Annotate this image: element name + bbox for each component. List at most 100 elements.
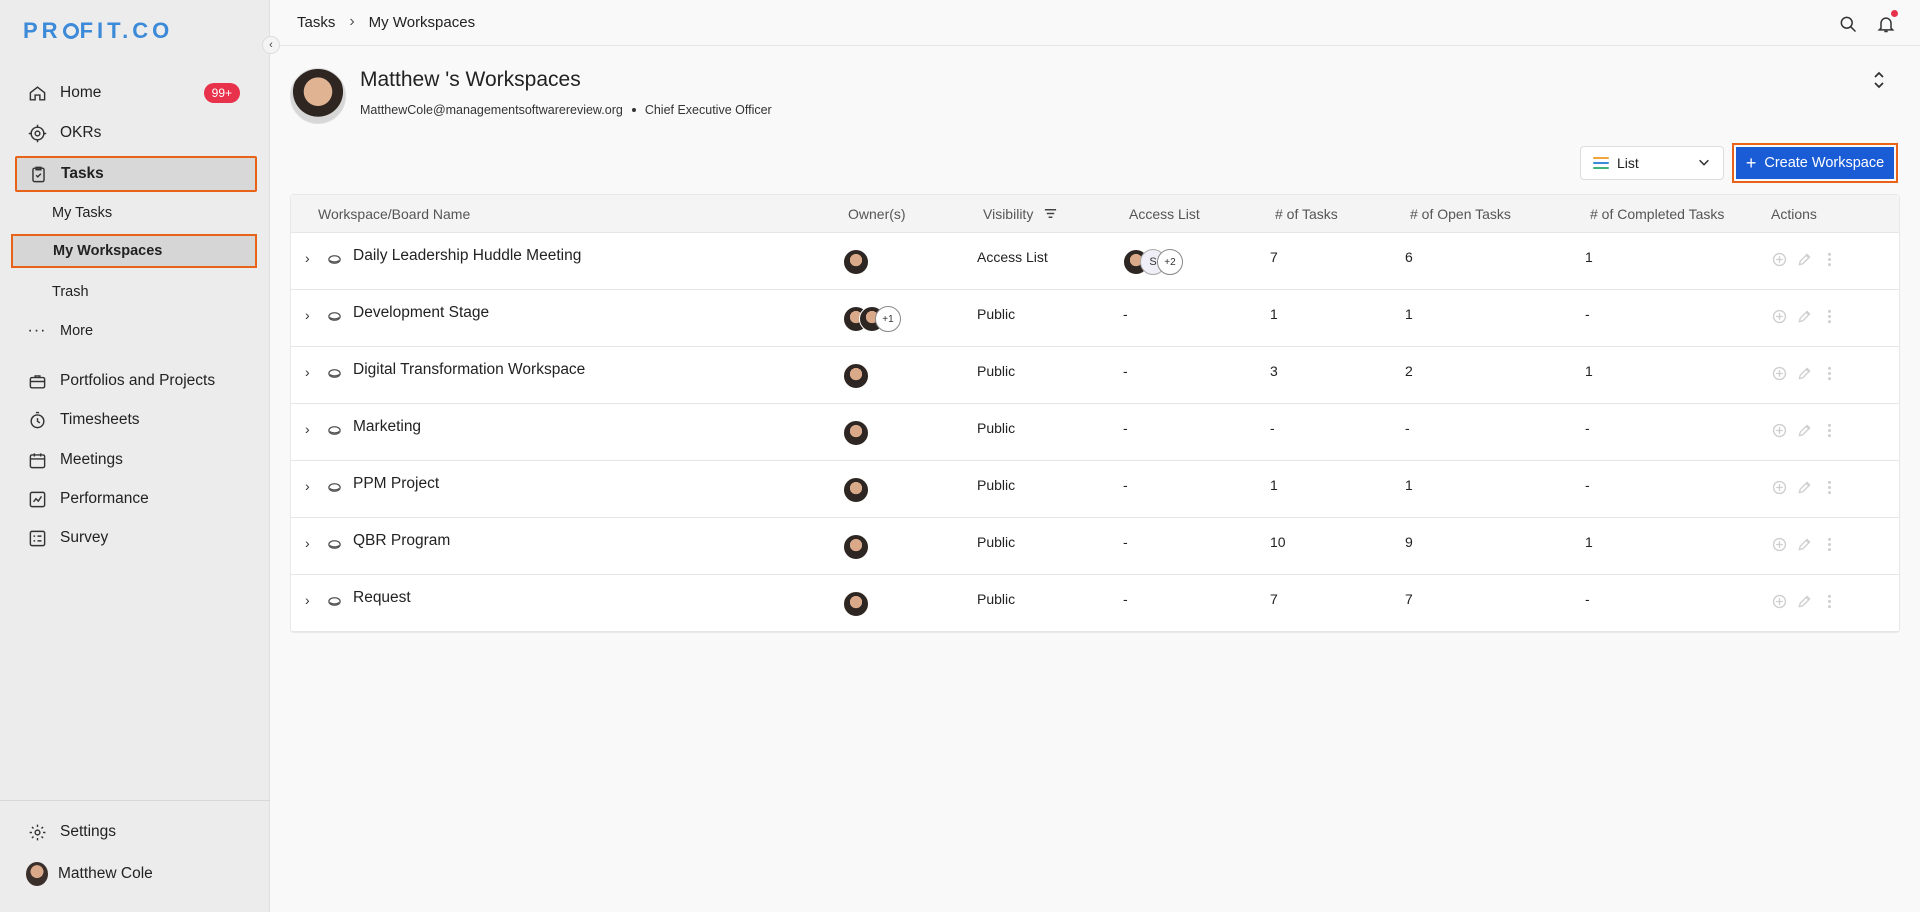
kebab-menu-icon[interactable] bbox=[1821, 251, 1838, 271]
kebab-menu-icon[interactable] bbox=[1821, 593, 1838, 613]
edit-icon[interactable] bbox=[1796, 479, 1813, 499]
bell-icon[interactable] bbox=[1876, 10, 1898, 39]
completed-tasks-count: - bbox=[1585, 306, 1590, 322]
column-header-completed-tasks: # of Completed Tasks bbox=[1590, 206, 1725, 222]
edit-icon[interactable] bbox=[1796, 536, 1813, 556]
workspace-name[interactable]: QBR Program bbox=[353, 532, 450, 550]
more-owners-chip[interactable]: +1 bbox=[875, 306, 901, 332]
sidebar-item-label: More bbox=[60, 323, 94, 339]
sidebar-user-profile[interactable]: Matthew Cole bbox=[16, 856, 256, 892]
breadcrumb: Tasks › My Workspaces bbox=[297, 13, 475, 31]
profile-subtitle: MatthewCole@managementsoftwarereview.org… bbox=[360, 103, 772, 117]
workspace-name[interactable]: PPM Project bbox=[353, 475, 439, 493]
user-email: MatthewCole@managementsoftwarereview.org bbox=[360, 103, 623, 117]
collapse-sidebar-icon[interactable]: ‹ bbox=[262, 36, 280, 54]
workspace-name[interactable]: Daily Leadership Huddle Meeting bbox=[353, 247, 581, 265]
add-icon[interactable] bbox=[1771, 308, 1788, 328]
owner-avatar bbox=[843, 420, 869, 446]
completed-tasks-count: 1 bbox=[1585, 249, 1593, 265]
kebab-menu-icon[interactable] bbox=[1821, 365, 1838, 385]
chevron-right-icon[interactable]: › bbox=[305, 421, 310, 437]
tasks-count: 3 bbox=[1270, 363, 1278, 379]
table-row[interactable]: › QBR Program Public - 10 9 1 bbox=[291, 518, 1899, 575]
kebab-menu-icon[interactable] bbox=[1821, 536, 1838, 556]
add-icon[interactable] bbox=[1771, 422, 1788, 442]
kebab-menu-icon[interactable] bbox=[1821, 422, 1838, 442]
sidebar-item-label: Home bbox=[60, 84, 102, 101]
workspace-name[interactable]: Request bbox=[353, 589, 411, 607]
kebab-menu-icon[interactable] bbox=[1821, 308, 1838, 328]
view-mode-select[interactable]: List bbox=[1580, 146, 1724, 180]
chevron-right-icon[interactable]: › bbox=[305, 592, 310, 608]
workspace-board-icon bbox=[327, 252, 342, 270]
top-bar: Tasks › My Workspaces bbox=[271, 0, 1920, 46]
profile-avatar bbox=[290, 68, 346, 124]
search-icon[interactable] bbox=[1838, 14, 1858, 39]
table-row[interactable]: › Digital Transformation Workspace Public -… bbox=[291, 347, 1899, 404]
edit-icon[interactable] bbox=[1796, 593, 1813, 613]
open-tasks-count: 1 bbox=[1405, 477, 1413, 493]
sidebar-item-settings[interactable]: Settings bbox=[16, 814, 256, 850]
sidebar-item-meetings[interactable]: Meetings bbox=[16, 442, 256, 478]
column-header-owners: Owner(s) bbox=[848, 206, 906, 222]
breadcrumb-tasks[interactable]: Tasks bbox=[297, 14, 335, 31]
sidebar-subitem-my-workspaces[interactable]: My Workspaces bbox=[11, 234, 257, 268]
sidebar-item-portfolios[interactable]: Portfolios and Projects bbox=[16, 363, 256, 399]
add-icon[interactable] bbox=[1771, 365, 1788, 385]
expand-collapse-icon[interactable] bbox=[1871, 70, 1887, 90]
edit-icon[interactable] bbox=[1796, 365, 1813, 385]
chevron-right-icon[interactable]: › bbox=[305, 250, 310, 266]
sidebar-subitem-trash[interactable]: Trash bbox=[12, 275, 257, 309]
breadcrumb-current: My Workspaces bbox=[368, 13, 476, 31]
table-row[interactable]: › PPM Project Public - 1 1 - bbox=[291, 461, 1899, 518]
chevron-right-icon[interactable]: › bbox=[305, 535, 310, 551]
visibility-value: Public bbox=[977, 591, 1016, 607]
clipboard-check-icon bbox=[27, 163, 49, 185]
access-list-value: - bbox=[1123, 306, 1128, 322]
column-header-name: Workspace/Board Name bbox=[318, 206, 471, 222]
edit-icon[interactable] bbox=[1796, 422, 1813, 442]
gear-icon bbox=[26, 821, 48, 843]
chevron-right-icon[interactable]: › bbox=[305, 307, 310, 323]
workspace-name[interactable]: Development Stage bbox=[353, 304, 489, 322]
sidebar-item-label: Meetings bbox=[60, 451, 123, 468]
sidebar-subitem-my-tasks[interactable]: My Tasks bbox=[12, 196, 257, 230]
table-row[interactable]: › Marketing Public - - - - bbox=[291, 404, 1899, 461]
chevron-right-icon[interactable]: › bbox=[305, 478, 310, 494]
table-row[interactable]: › Request Public - 7 7 - bbox=[291, 575, 1899, 632]
kebab-menu-icon[interactable] bbox=[1821, 479, 1838, 499]
sidebar-item-survey[interactable]: Survey bbox=[16, 520, 256, 556]
user-name: Matthew Cole bbox=[58, 865, 153, 882]
sidebar-item-more[interactable]: ··· More bbox=[16, 313, 256, 349]
row-actions bbox=[1771, 308, 1838, 328]
add-icon[interactable] bbox=[1771, 251, 1788, 271]
more-access-chip[interactable]: +2 bbox=[1157, 249, 1183, 275]
access-list-value: - bbox=[1123, 534, 1128, 550]
sidebar-item-label: Trash bbox=[52, 284, 89, 300]
row-actions bbox=[1771, 479, 1838, 499]
tasks-count: 7 bbox=[1270, 591, 1278, 607]
create-workspace-button[interactable]: + Create Workspace bbox=[1732, 143, 1898, 183]
table-row[interactable]: › Daily Leadership Huddle Meeting Access L… bbox=[291, 233, 1899, 290]
workspace-name[interactable]: Marketing bbox=[353, 418, 421, 436]
edit-icon[interactable] bbox=[1796, 308, 1813, 328]
sidebar-item-timesheets[interactable]: Timesheets bbox=[16, 402, 256, 438]
edit-icon[interactable] bbox=[1796, 251, 1813, 271]
row-actions bbox=[1771, 593, 1838, 613]
workspace-name[interactable]: Digital Transformation Workspace bbox=[353, 361, 585, 379]
chevron-right-icon[interactable]: › bbox=[305, 364, 310, 380]
sidebar-item-tasks[interactable]: Tasks bbox=[15, 156, 257, 192]
sidebar-item-okrs[interactable]: OKRs bbox=[16, 115, 256, 151]
add-icon[interactable] bbox=[1771, 536, 1788, 556]
table-row[interactable]: › Development Stage +1 Public - 1 1 - bbox=[291, 290, 1899, 347]
sidebar-item-performance[interactable]: Performance bbox=[16, 481, 256, 517]
add-icon[interactable] bbox=[1771, 593, 1788, 613]
column-header-visibility[interactable]: Visibility bbox=[983, 206, 1058, 224]
workspace-board-icon bbox=[327, 309, 342, 327]
open-tasks-count: 2 bbox=[1405, 363, 1413, 379]
add-icon[interactable] bbox=[1771, 479, 1788, 499]
profit-co-logo[interactable]: PR FIT.CO bbox=[23, 18, 173, 44]
filter-icon[interactable] bbox=[1043, 206, 1058, 224]
tasks-count: 1 bbox=[1270, 477, 1278, 493]
sidebar-item-home[interactable]: Home 99+ bbox=[16, 75, 256, 111]
